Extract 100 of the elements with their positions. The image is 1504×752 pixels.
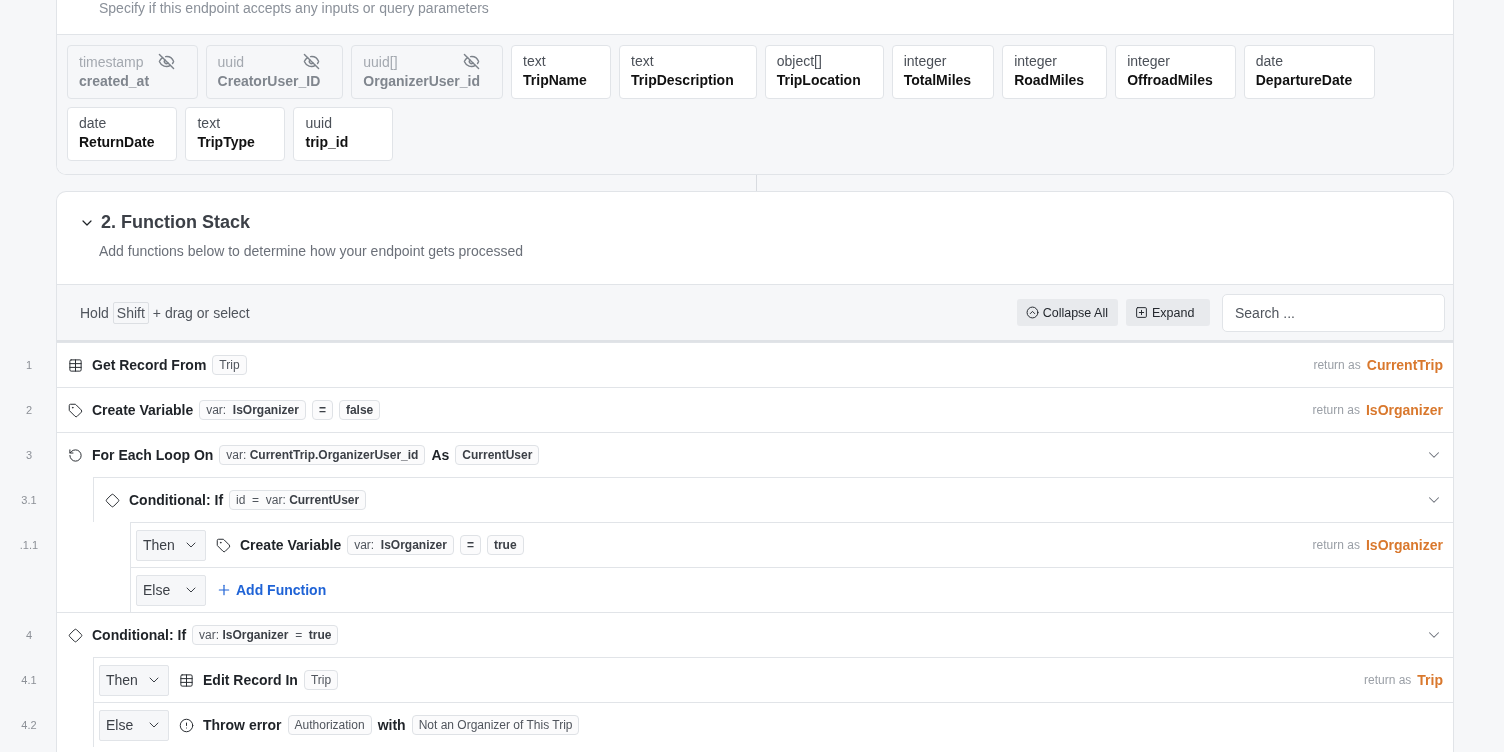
field-type: uuid — [217, 53, 245, 70]
section-description: Add functions below to determine how your endpoint gets processed — [98, 243, 525, 259]
step-title: Create Variable — [92, 402, 194, 418]
input-field-card[interactable]: uuid trip_id — [293, 107, 394, 161]
line-number: 4.1 — [21, 673, 37, 686]
line-number: 2 — [25, 403, 33, 416]
field-type: uuid[] — [363, 53, 398, 70]
line-number: 4.2 — [21, 718, 37, 731]
field-name: DepartureDate — [1255, 72, 1353, 88]
input-field-card[interactable]: integer OffroadMiles — [1115, 45, 1236, 99]
token-chip: var: IsOrganizer — [199, 400, 306, 420]
eye-off-icon[interactable] — [463, 53, 480, 70]
diamond-icon — [105, 492, 120, 508]
field-type: integer — [903, 53, 947, 69]
step-title: Throw error — [203, 717, 282, 733]
field-name: TripDescription — [631, 72, 734, 88]
field-name: CreatorUser_ID — [217, 73, 321, 89]
token-chip: var: CurrentTrip.OrganizerUser_id — [219, 445, 426, 465]
line-number: 1 — [25, 358, 33, 371]
field-name: OrganizerUser_id — [363, 73, 480, 89]
token-chip: CurrentUser — [455, 445, 540, 465]
token-chip: Trip — [212, 355, 247, 375]
field-name: trip_id — [305, 134, 350, 150]
collapse-icon — [1025, 306, 1039, 319]
field-type: uuid — [305, 115, 332, 131]
token-chip: = — [459, 535, 481, 555]
step-title: For Each Loop On — [92, 447, 214, 463]
field-name: TripName — [523, 72, 588, 88]
expand-button[interactable]: Expand — [1126, 299, 1210, 326]
token-chip: Trip — [303, 670, 339, 690]
field-type: text — [523, 53, 546, 69]
collapse-all-button[interactable]: Collapse All — [1016, 299, 1118, 326]
input-field-card[interactable]: text TripName — [511, 45, 611, 99]
field-name: ReturnDate — [79, 134, 155, 150]
field-name: TripLocation — [776, 72, 861, 88]
line-number: 3.1 — [21, 493, 37, 506]
section-description: Specify if this endpoint accepts any inputs or query parameters — [99, 0, 489, 16]
field-name: OffroadMiles — [1127, 72, 1213, 88]
expand-icon — [1135, 306, 1148, 319]
input-field-card[interactable]: object[] TripLocation — [764, 45, 884, 99]
search-field[interactable]: Search ... — [1222, 293, 1445, 332]
hint-text: + drag or select — [152, 304, 250, 321]
token-chip: true — [486, 535, 524, 555]
field-name: created_at — [79, 73, 151, 89]
return-label: return as — [1312, 403, 1360, 417]
branch-select[interactable]: Then — [99, 664, 169, 696]
return-value: IsOrganizer — [1365, 402, 1443, 418]
shift-key: Shift — [112, 301, 149, 324]
add-function-link[interactable]: Add Function — [216, 582, 327, 598]
field-name: TripType — [197, 134, 256, 150]
input-field-card[interactable]: date DepartureDate — [1243, 45, 1376, 99]
step-title: Create Variable — [240, 537, 342, 553]
diamond-icon — [68, 627, 83, 643]
field-type: text — [631, 53, 654, 69]
section-title: 2. Function Stack — [101, 212, 251, 233]
return-value: IsOrganizer — [1365, 537, 1443, 553]
step-title: Conditional: If — [92, 627, 187, 643]
branch-select[interactable]: Else — [99, 709, 169, 741]
alert-icon — [179, 717, 194, 733]
tag-icon — [68, 402, 83, 418]
token-chip: var: IsOrganizer — [347, 535, 454, 555]
token-chip: var: IsOrganizer = true — [192, 625, 339, 645]
return-value: Trip — [1417, 672, 1443, 688]
step-title: Conditional: If — [129, 492, 224, 508]
field-name: TotalMiles — [903, 72, 972, 88]
token-chip: id = var: CurrentUser — [229, 490, 367, 510]
token-chip: false — [338, 400, 381, 420]
loop-icon — [68, 447, 83, 463]
branch-select[interactable]: Then — [136, 529, 206, 561]
token-chip: Authorization — [287, 715, 372, 735]
field-type: integer — [1014, 53, 1057, 69]
return-label: return as — [1312, 538, 1360, 552]
keyword: As — [431, 447, 450, 463]
return-label: return as — [1363, 673, 1412, 687]
token-chip: Not an Organizer of This Trip — [411, 715, 580, 735]
line-number: 4 — [25, 628, 33, 641]
keyword: with — [377, 717, 406, 733]
step-title: Get Record From — [92, 357, 207, 373]
field-type: date — [79, 115, 107, 131]
line-number: 3 — [25, 448, 33, 461]
token-chip: = — [311, 400, 333, 420]
input-field-card[interactable]: integer TotalMiles — [891, 45, 995, 99]
field-type: date — [1255, 53, 1283, 69]
input-field-card[interactable]: date ReturnDate — [67, 107, 178, 161]
field-type: integer — [1127, 53, 1170, 69]
eye-off-icon[interactable] — [157, 53, 175, 70]
input-field-card[interactable]: text TripDescription — [619, 45, 757, 99]
input-field-card[interactable]: integer RoadMiles — [1002, 45, 1108, 99]
eye-off-icon[interactable] — [303, 53, 321, 70]
field-type: text — [197, 115, 221, 131]
table-icon — [68, 357, 83, 373]
return-label: return as — [1313, 358, 1361, 372]
branch-select[interactable]: Else — [136, 574, 206, 606]
field-type: timestamp — [79, 53, 144, 70]
field-name: RoadMiles — [1014, 72, 1085, 88]
return-value: CurrentTrip — [1366, 357, 1443, 373]
tag-icon — [216, 537, 231, 553]
line-number: .1.1 — [19, 538, 39, 551]
input-field-card[interactable]: text TripType — [185, 107, 286, 161]
field-type: object[] — [776, 53, 822, 69]
